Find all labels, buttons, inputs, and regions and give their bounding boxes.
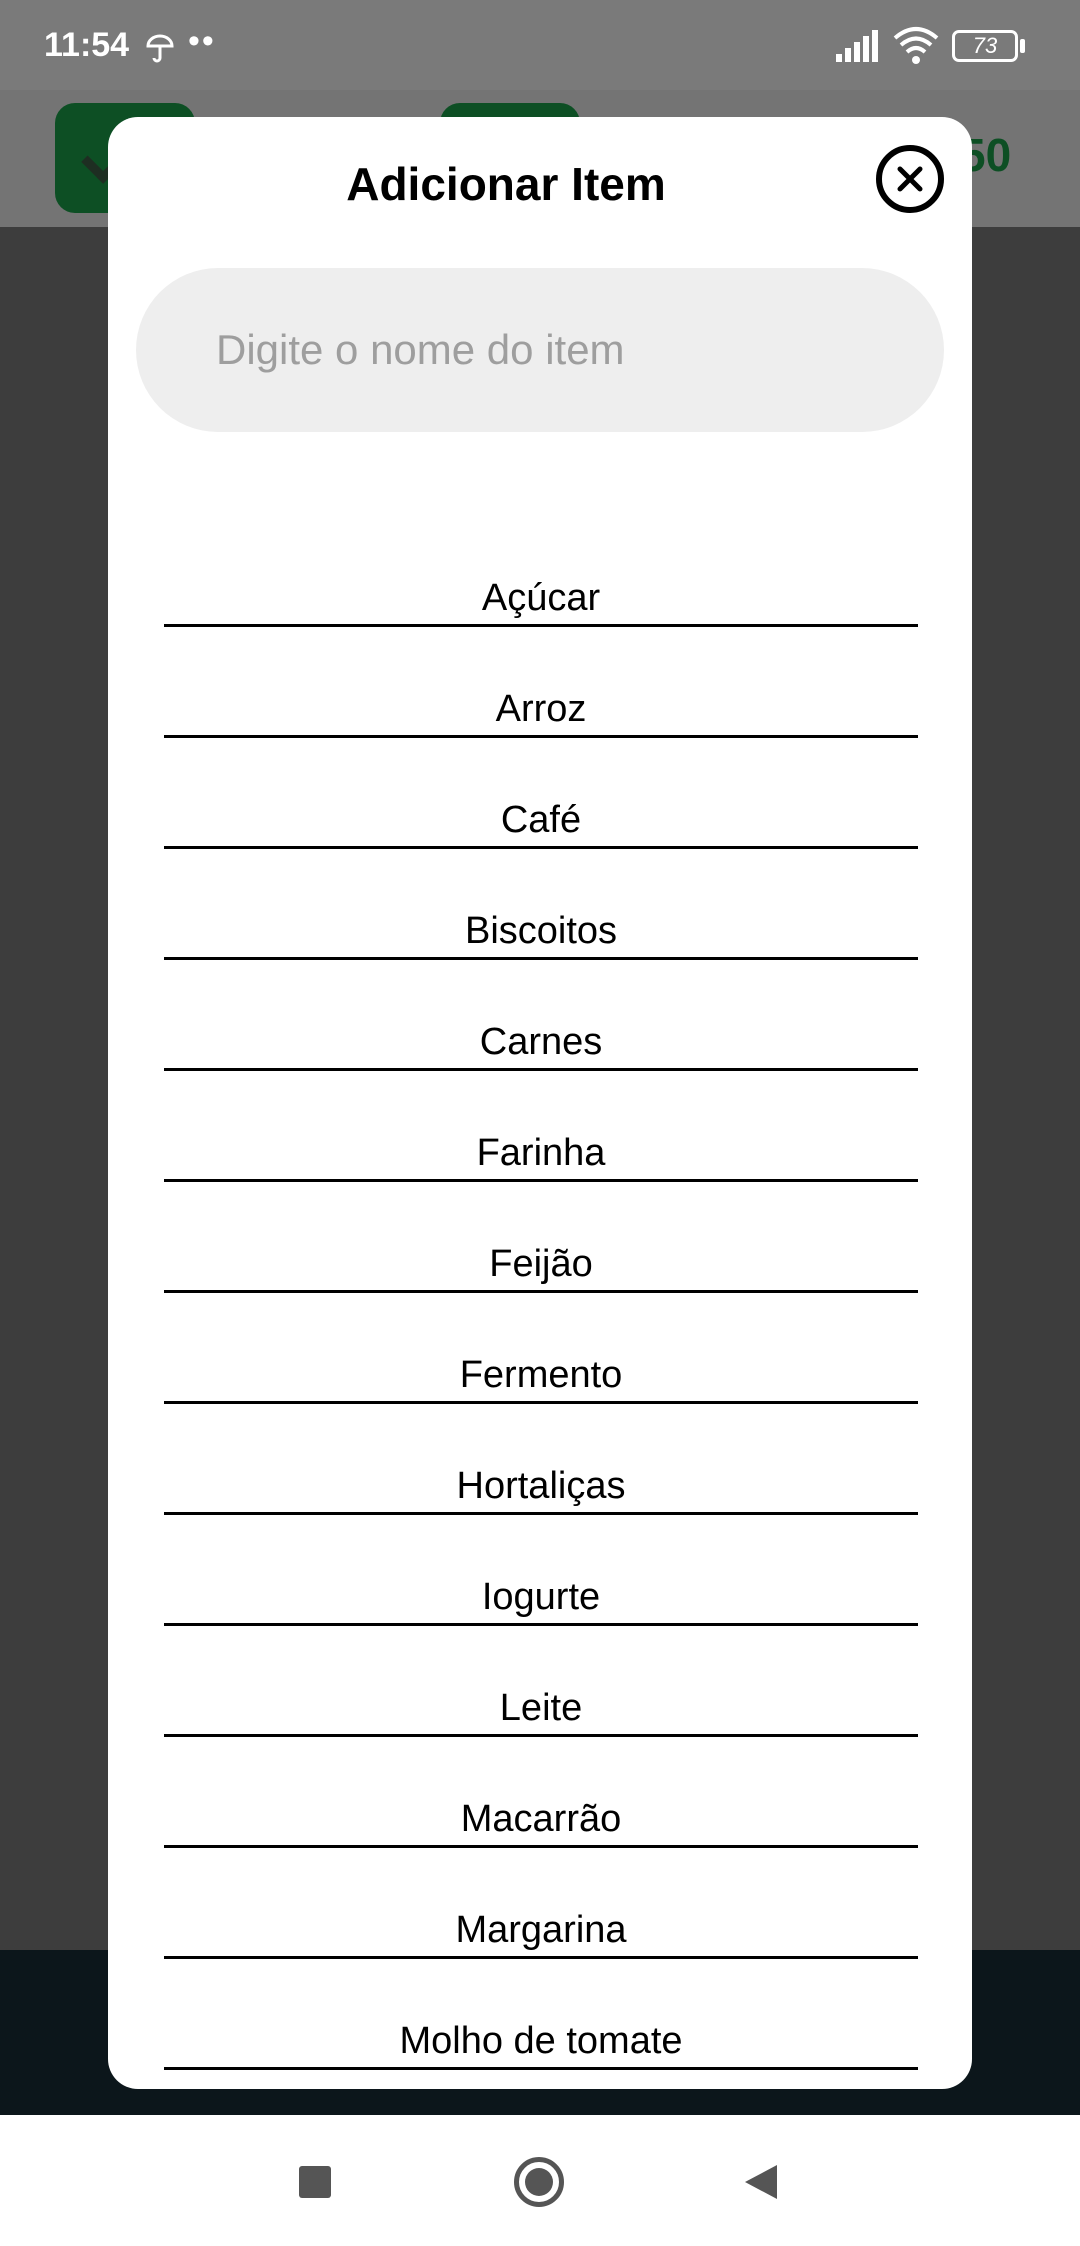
home-circle-icon: [525, 2168, 553, 2196]
list-item[interactable]: Margarina: [164, 1849, 918, 1959]
list-item[interactable]: Macarrão: [164, 1738, 918, 1848]
modal-title: Adicionar Item: [346, 158, 666, 210]
list-item[interactable]: Leite: [164, 1627, 918, 1737]
list-item-label: Carnes: [479, 1021, 603, 1063]
status-time: 11:54: [44, 26, 130, 64]
list-item-label: Açúcar: [481, 577, 601, 619]
status-bar: 11:54 •• 73: [0, 0, 1080, 90]
add-item-modal: Adicionar Item Açúcar Arroz Café Biscoitos C…: [108, 117, 972, 2089]
battery-icon: 73: [952, 30, 1018, 62]
list-item[interactable]: Fermento: [164, 1294, 918, 1404]
status-extra-dots: ••: [188, 22, 216, 60]
list-item[interactable]: Açúcar: [164, 517, 918, 627]
list-item[interactable]: Café: [164, 739, 918, 849]
battery-tip: [1020, 39, 1025, 53]
close-icon: [897, 166, 923, 192]
list-item-label: Molho de tomate: [399, 2020, 683, 2062]
list-item-label: Margarina: [455, 1909, 627, 1951]
list-item-label: Hortaliças: [456, 1465, 626, 1507]
wifi-icon: [893, 26, 939, 71]
back-triangle-icon: [745, 2165, 777, 2199]
list-item-label: Macarrão: [460, 1798, 622, 1840]
list-item-label: Iogurte: [481, 1576, 601, 1618]
list-item[interactable]: Farinha: [164, 1072, 918, 1182]
list-item[interactable]: Molho de tomate: [164, 1960, 918, 2070]
list-item-label: Biscoitos: [464, 910, 618, 952]
back-button[interactable]: [743, 2163, 779, 2206]
list-item-label: Café: [500, 799, 582, 841]
close-button[interactable]: [876, 145, 944, 213]
list-item[interactable]: Biscoitos: [164, 850, 918, 960]
list-item-label: Fermento: [459, 1354, 623, 1396]
list-item[interactable]: Feijão: [164, 1183, 918, 1293]
list-item-label: Feijão: [489, 1243, 593, 1285]
list-item-label: Farinha: [476, 1132, 606, 1174]
item-name-input[interactable]: [136, 268, 944, 432]
list-item-label: Leite: [499, 1687, 583, 1729]
list-item[interactable]: Carnes: [164, 961, 918, 1071]
recent-apps-button[interactable]: [299, 2166, 331, 2198]
cloud-icon: [144, 30, 176, 69]
list-item[interactable]: Hortaliças: [164, 1405, 918, 1515]
list-item[interactable]: Arroz: [164, 628, 918, 738]
list-item-label: Arroz: [495, 688, 587, 730]
list-item[interactable]: Iogurte: [164, 1516, 918, 1626]
signal-icon: [836, 30, 880, 69]
